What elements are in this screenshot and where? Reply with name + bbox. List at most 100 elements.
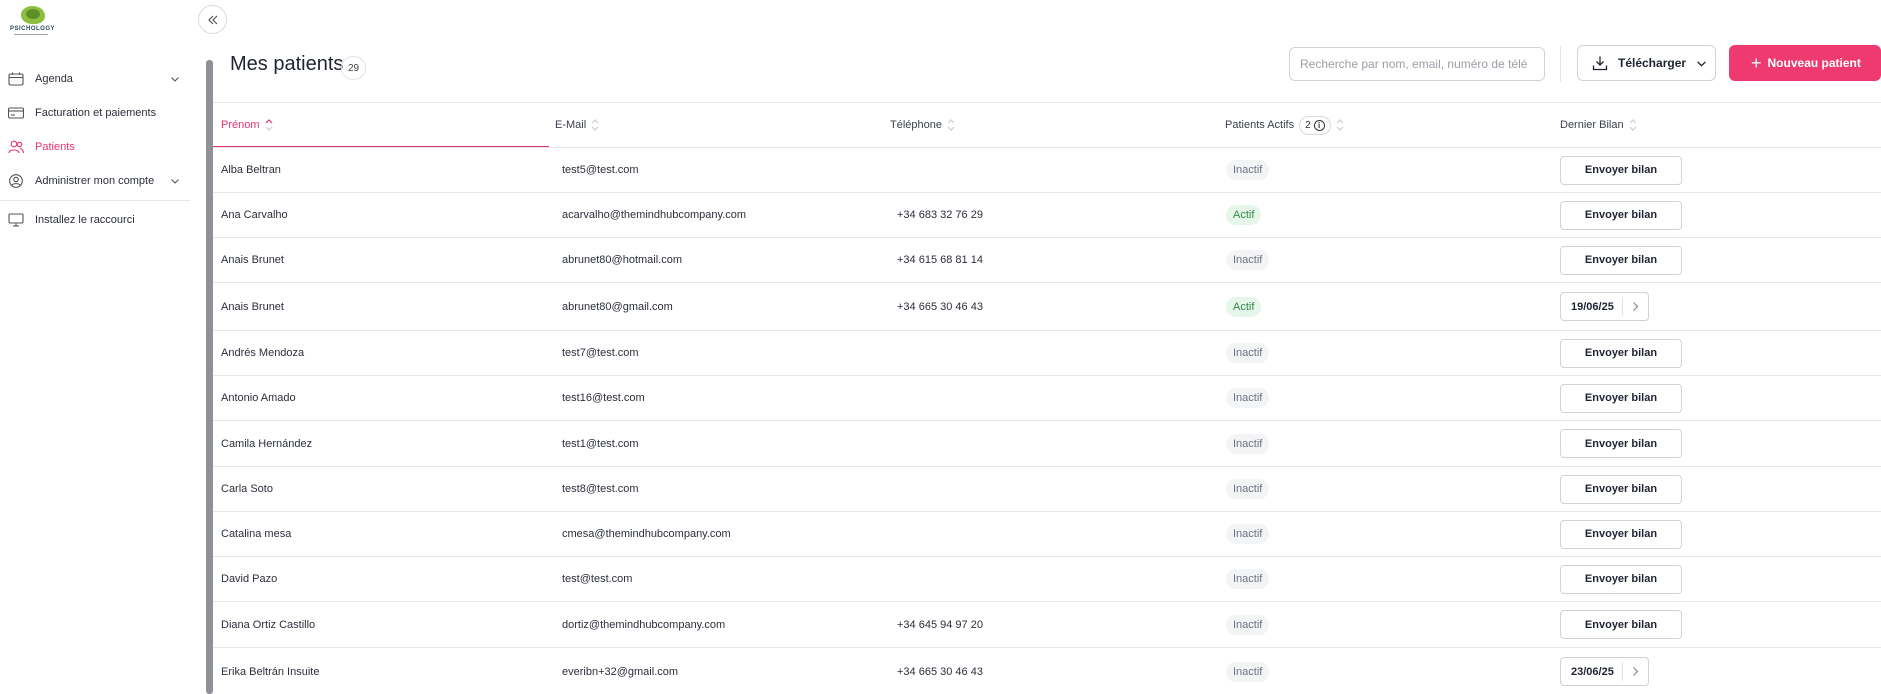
credit-card-icon [8, 107, 24, 119]
patient-email: test@test.com [562, 573, 633, 585]
active-count: 2 [1305, 119, 1311, 131]
double-chevron-left-icon [207, 15, 217, 24]
patient-name: Erika Beltrán Insuite [221, 665, 320, 678]
collapse-sidebar-button[interactable] [198, 5, 227, 34]
patient-name: Ana Carvalho [221, 209, 288, 221]
table-row[interactable]: Erika Beltrán Insuite everibn+32@gmail.co… [213, 647, 1881, 694]
last-assessment-date: 23/06/25 [1561, 662, 1623, 681]
active-count-pill[interactable]: 2 i [1299, 115, 1331, 135]
send-assessment-button[interactable]: Envoyer bilan [1560, 155, 1682, 185]
status-cell: Inactif [1226, 467, 1270, 511]
download-label: Télécharger [1618, 56, 1687, 70]
table-body: Alba Beltran test5@test.com Inactif Envoyer… [213, 147, 1881, 694]
sidebar-scrollbar[interactable] [206, 60, 213, 694]
patient-name: Andrés Mendoza [221, 347, 305, 359]
sidebar-item-label: Patients [35, 141, 75, 153]
sidebar-item-agenda[interactable]: Agenda [0, 62, 190, 96]
status-cell: Inactif [1226, 557, 1270, 601]
chevron-down-icon [171, 77, 179, 82]
status-cell: Inactif [1226, 512, 1270, 556]
table-row[interactable]: Anais Brunet abrunet80@hotmail.com +34 615… [213, 237, 1881, 282]
table-row[interactable]: Carla Soto test8@test.com Inactif Envoyer b… [213, 466, 1881, 511]
table-row[interactable]: Andrés Mendoza test7@test.com Inactif Envoy… [213, 330, 1881, 375]
search-input[interactable] [1289, 47, 1545, 81]
send-assessment-button[interactable]: Envoyer bilan [1560, 245, 1682, 275]
column-last-assessment[interactable]: Dernier Bilan [1560, 103, 1637, 147]
status-badge: Inactif [1226, 569, 1270, 589]
sidebar-item-shortcut[interactable]: Installez le raccourci [0, 203, 190, 237]
column-label: Téléphone [890, 119, 942, 131]
users-icon [8, 140, 24, 154]
table-row[interactable]: Catalina mesa cmesa@themindhubcompany.com… [213, 511, 1881, 556]
table-row[interactable]: Anais Brunet abrunet80@gmail.com +34 665 3… [213, 282, 1881, 330]
send-assessment-button[interactable]: Envoyer bilan [1560, 610, 1682, 639]
table-row[interactable]: David Pazo test@test.com Inactif Envoyer bi… [213, 556, 1881, 601]
sidebar-nav: Agenda Facturation et paiements Patients… [0, 62, 190, 237]
status-badge: Inactif [1226, 433, 1270, 454]
column-first-name[interactable]: Prénom [221, 103, 273, 147]
send-assessment-button[interactable]: Envoyer bilan [1560, 519, 1682, 549]
table-row[interactable]: Camila Hernández test1@test.com Inactif Env… [213, 420, 1881, 466]
monitor-icon [8, 213, 24, 227]
send-assessment-button[interactable]: Envoyer bilan [1560, 429, 1682, 458]
patient-phone: +34 615 68 81 14 [897, 254, 983, 266]
last-assessment-date: 19/06/25 [1561, 297, 1623, 316]
patient-email: test5@test.com [562, 164, 639, 176]
last-assessment-cell: Envoyer bilan [1560, 512, 1682, 556]
column-phone[interactable]: Téléphone [890, 103, 955, 147]
calendar-icon [8, 72, 24, 86]
app-logo[interactable]: PSICHOLOGY [8, 6, 55, 36]
send-assessment-button[interactable]: Envoyer bilan [1560, 564, 1682, 594]
sort-icon [947, 119, 955, 131]
sidebar-item-account[interactable]: Administrer mon compte [0, 164, 190, 198]
sort-icon [591, 119, 599, 131]
new-patient-button[interactable]: + Nouveau patient [1729, 45, 1881, 81]
patient-phone: +34 645 94 97 20 [897, 618, 983, 631]
status-badge: Actif [1226, 296, 1262, 317]
last-assessment-cell: Envoyer bilan [1560, 193, 1682, 237]
last-assessment-date-button[interactable]: 23/06/25 [1560, 657, 1649, 686]
column-label: Dernier Bilan [1560, 119, 1624, 131]
last-assessment-cell: Envoyer bilan [1560, 421, 1682, 466]
status-cell: Inactif [1226, 648, 1270, 694]
sidebar-item-patients[interactable]: Patients [0, 130, 190, 164]
user-circle-icon [9, 174, 23, 188]
last-assessment-date-button[interactable]: 19/06/25 [1560, 292, 1649, 321]
download-button[interactable]: Télécharger [1577, 45, 1716, 81]
status-badge: Actif [1226, 205, 1262, 225]
chevron-right-icon [1623, 666, 1648, 677]
send-assessment-button[interactable]: Envoyer bilan [1560, 474, 1682, 504]
patient-name: Alba Beltran [221, 164, 281, 176]
table-row[interactable]: Ana Carvalho acarvalho@themindhubcompany.… [213, 192, 1881, 237]
table-row[interactable]: Alba Beltran test5@test.com Inactif Envoyer… [213, 147, 1881, 192]
status-badge: Inactif [1226, 343, 1270, 363]
last-assessment-cell: 23/06/25 [1560, 648, 1649, 694]
table-row[interactable]: Antonio Amado test16@test.com Inactif Envoy… [213, 375, 1881, 420]
send-assessment-button[interactable]: Envoyer bilan [1560, 200, 1682, 230]
info-icon: i [1313, 119, 1325, 131]
patient-email: abrunet80@hotmail.com [562, 254, 683, 266]
send-assessment-button[interactable]: Envoyer bilan [1560, 338, 1682, 368]
sidebar-divider [0, 200, 190, 201]
column-active-patients[interactable]: Patients Actifs 2 i [1225, 103, 1344, 147]
last-assessment-cell: Envoyer bilan [1560, 331, 1682, 375]
column-label: E-Mail [555, 119, 587, 131]
column-email[interactable]: E-Mail [555, 103, 599, 147]
patient-name: Antonio Amado [221, 392, 296, 404]
send-assessment-button[interactable]: Envoyer bilan [1560, 383, 1682, 413]
patient-email: abrunet80@gmail.com [562, 300, 673, 313]
last-assessment-cell: Envoyer bilan [1560, 602, 1682, 647]
status-cell: Actif [1226, 283, 1262, 330]
patient-phone: +34 683 32 76 29 [897, 209, 983, 221]
patient-email: acarvalho@themindhubcompany.com [562, 209, 747, 221]
column-label: Prénom [221, 119, 260, 131]
table-row[interactable]: Diana Ortiz Castillo dortiz@themindhubcom… [213, 601, 1881, 647]
patient-phone: +34 665 30 46 43 [897, 300, 983, 313]
patient-name: Camila Hernández [221, 437, 313, 450]
patient-email: dortiz@themindhubcompany.com [562, 618, 726, 631]
chevron-down-icon [171, 179, 179, 184]
sidebar-item-billing[interactable]: Facturation et paiements [0, 96, 190, 130]
sidebar-item-label: Administrer mon compte [35, 175, 155, 187]
status-badge: Inactif [1226, 661, 1270, 682]
column-label: Patients Actifs [1225, 119, 1295, 131]
